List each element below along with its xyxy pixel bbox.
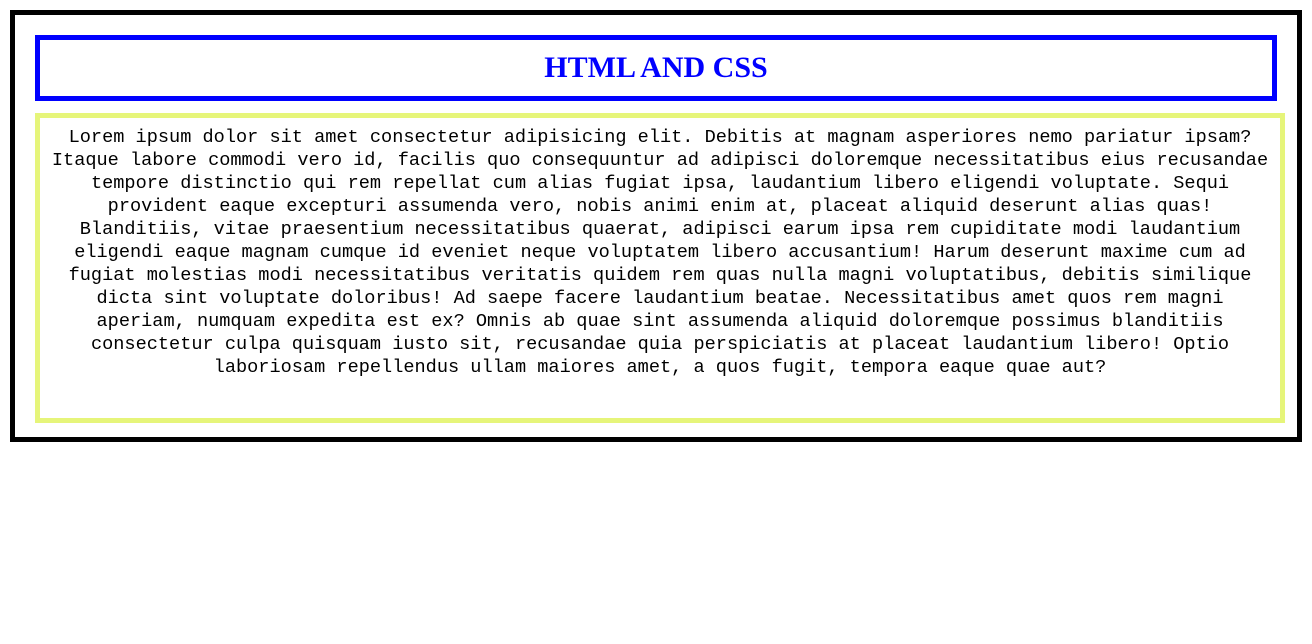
heading-box: HTML AND CSS xyxy=(35,35,1277,101)
page-title: HTML AND CSS xyxy=(544,51,768,84)
outer-container: HTML AND CSS Lorem ipsum dolor sit amet … xyxy=(10,10,1302,442)
body-paragraph: Lorem ipsum dolor sit amet consectetur a… xyxy=(51,127,1269,378)
paragraph-box: Lorem ipsum dolor sit amet consectetur a… xyxy=(35,113,1285,423)
